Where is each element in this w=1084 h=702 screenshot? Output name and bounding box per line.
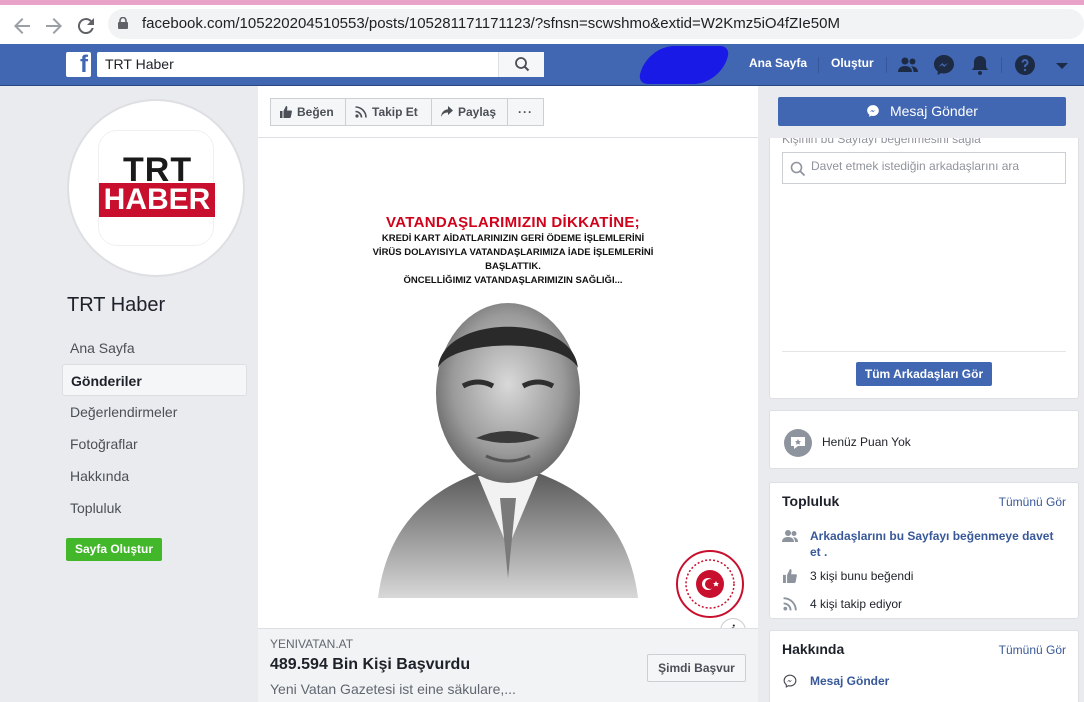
messenger-icon[interactable]: [932, 53, 956, 77]
messenger-icon: [867, 105, 879, 117]
friends-icon[interactable]: [896, 53, 920, 77]
back-arrow-icon[interactable]: [10, 14, 34, 38]
divider: [782, 351, 1066, 352]
friends-icon: [782, 530, 798, 542]
url-text: facebook.com/105220204510553/posts/10528…: [142, 15, 840, 32]
search-input[interactable]: TRT Haber: [97, 52, 544, 77]
nav-item-posts[interactable]: Gönderiler: [62, 364, 247, 396]
about-card: Hakkında Tümünü Gör Mesaj Gönder: [769, 630, 1079, 702]
facebook-header: f TRT Haber Ana Sayfa Oluştur: [0, 44, 1084, 86]
profile-picture[interactable]: TRT HABER: [67, 99, 245, 277]
like-label: Beğen: [297, 105, 334, 119]
forward-arrow-icon[interactable]: [42, 14, 66, 38]
share-arrow-icon: [441, 106, 453, 117]
facebook-logo-icon[interactable]: f: [66, 51, 91, 78]
share-label: Paylaş: [458, 105, 497, 119]
page-nav: Ana Sayfa Gönderiler Değerlendirmeler Fo…: [62, 332, 247, 524]
logo-bottom-text: HABER: [99, 183, 215, 217]
divider: [818, 57, 819, 73]
about-title: Hakkında: [782, 641, 845, 657]
community-follows-row: 4 kişi takip ediyor: [782, 596, 902, 612]
nav-item-home[interactable]: Ana Sayfa: [62, 332, 247, 364]
search-button[interactable]: [498, 52, 544, 77]
post-image-text: VATANDAŞLARIMIZIN DİKKATİNE; KREDİ KART …: [338, 214, 688, 287]
invite-header-text: Kişinin bu Sayfayı beğenmesini sağla: [782, 138, 981, 146]
send-message-button[interactable]: Mesaj Gönder: [778, 97, 1066, 126]
post-line: KREDİ KART AİDATLARINIZIN GERİ ÖDEME İŞL…: [381, 233, 645, 244]
community-card: Topluluk Tümünü Gör Arkadaşlarını bu Say…: [769, 482, 1079, 619]
about-see-all-link[interactable]: Tümünü Gör: [999, 643, 1066, 657]
post-line: VİRÜS DOLAYISIYLA VATANDAŞLARIMIZA İADE …: [372, 247, 654, 258]
search-icon: [515, 57, 530, 72]
divider: [886, 57, 887, 73]
see-all-friends-button[interactable]: Tüm Arkadaşları Gör: [856, 362, 992, 386]
account-menu-chevron-icon[interactable]: [1050, 53, 1074, 77]
redaction-mark: [637, 46, 731, 84]
reload-icon[interactable]: [74, 14, 98, 38]
link-domain: YENIVATAN.AT: [270, 637, 354, 651]
nav-item-reviews[interactable]: Değerlendirmeler: [62, 396, 247, 428]
likes-count: 3 kişi bunu beğendi: [810, 569, 914, 583]
nav-item-community[interactable]: Topluluk: [62, 492, 247, 524]
rating-status: Henüz Puan Yok: [822, 435, 911, 449]
address-bar[interactable]: facebook.com/105220204510553/posts/10528…: [108, 9, 1084, 39]
portrait-photo: [378, 303, 638, 598]
invite-friends-card: Kişinin bu Sayfayı beğenmesini sağla Tüm…: [769, 138, 1079, 399]
rating-icon: [784, 429, 812, 457]
send-message-label: Mesaj Gönder: [889, 103, 978, 119]
link-description: Yeni Vatan Gazetesi ist eine säkulare,..…: [270, 681, 516, 697]
post-line: ÖNCELLİĞIMIZ VATANDAŞLARIMIZIN SAĞLIĞI..…: [403, 275, 623, 286]
thumbs-up-icon: [783, 569, 797, 583]
messenger-icon: [783, 674, 797, 688]
follows-count: 4 kişi takip ediyor: [810, 597, 903, 611]
invite-search-input[interactable]: [811, 159, 1061, 173]
like-button[interactable]: Beğen: [270, 98, 346, 126]
browser-toolbar: facebook.com/105220204510553/posts/10528…: [0, 0, 1084, 44]
about-send-message-link[interactable]: Mesaj Gönder: [782, 673, 1066, 689]
nav-item-photos[interactable]: Fotoğraflar: [62, 428, 247, 460]
follow-button[interactable]: Takip Et: [345, 98, 432, 126]
share-button[interactable]: Paylaş: [431, 98, 508, 126]
nav-item-about[interactable]: Hakkında: [62, 460, 247, 492]
community-see-all-link[interactable]: Tümünü Gör: [999, 495, 1066, 509]
create-page-button[interactable]: Sayfa Oluştur: [66, 538, 162, 561]
rss-follow-icon: [783, 597, 797, 611]
invite-search-field[interactable]: [782, 152, 1066, 184]
page-actions-bar: Beğen Takip Et Paylaş ···: [258, 86, 758, 138]
community-invite-row[interactable]: Arkadaşlarını bu Sayfayı beğenmeye davet…: [782, 528, 1066, 560]
link-title[interactable]: 489.594 Bin Kişi Başvurdu: [270, 656, 470, 674]
post-image[interactable]: VATANDAŞLARIMIZIN DİKKATİNE; KREDİ KART …: [258, 138, 758, 628]
community-invite-link[interactable]: Arkadaşlarını bu Sayfayı beğenmeye davet…: [782, 528, 1066, 560]
more-options-button[interactable]: ···: [507, 98, 544, 126]
page-title[interactable]: TRT Haber: [67, 294, 165, 317]
trt-haber-logo: TRT HABER: [99, 131, 215, 245]
government-seal-icon: [676, 550, 744, 618]
community-likes-row: 3 kişi bunu beğendi: [782, 568, 913, 584]
link-preview[interactable]: YENIVATAN.AT 489.594 Bin Kişi Başvurdu Y…: [258, 628, 758, 702]
notifications-bell-icon[interactable]: [968, 53, 992, 77]
post-line: BAŞLATTIK.: [485, 261, 541, 272]
help-icon[interactable]: [1013, 53, 1037, 77]
ad-info-button[interactable]: i: [720, 618, 746, 628]
home-link[interactable]: Ana Sayfa: [749, 56, 807, 70]
rss-follow-icon: [355, 106, 367, 118]
divider: [1001, 57, 1002, 73]
thumbs-up-icon: [280, 106, 292, 118]
apply-now-button[interactable]: Şimdi Başvur: [647, 654, 746, 682]
search-value: TRT Haber: [105, 56, 174, 72]
lock-icon: [118, 17, 128, 29]
community-title: Topluluk: [782, 493, 840, 509]
follow-label: Takip Et: [372, 105, 418, 119]
search-icon: [790, 161, 806, 177]
about-message-row[interactable]: Mesaj Gönder: [782, 673, 1066, 689]
rating-card: Henüz Puan Yok: [769, 410, 1079, 469]
post-headline: VATANDAŞLARIMIZIN DİKKATİNE;: [386, 214, 640, 231]
create-link[interactable]: Oluştur: [831, 56, 874, 70]
